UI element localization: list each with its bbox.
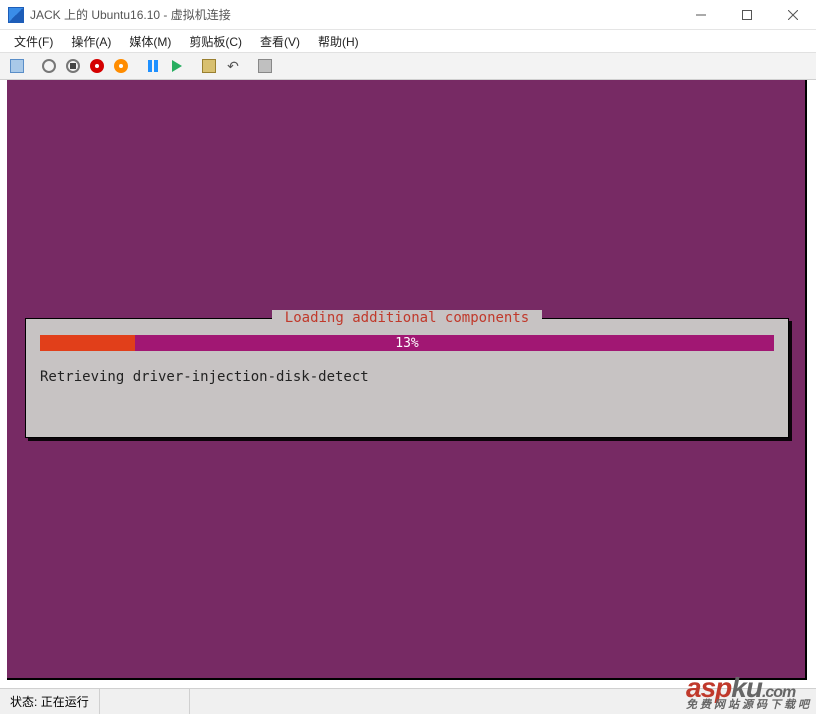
progress-label: 13% (395, 336, 418, 351)
progress-fill (40, 335, 135, 351)
reset-button[interactable] (166, 55, 188, 77)
minimize-icon (696, 10, 706, 20)
dialog-title-line-left (26, 318, 272, 319)
revert-button[interactable]: ↶ (222, 55, 244, 77)
status-cell-empty (100, 689, 190, 714)
ctrlaltdel-button[interactable] (6, 55, 28, 77)
vm-display-area: Loading additional components 13% Retrie… (0, 80, 816, 688)
shutdown-button[interactable] (86, 55, 108, 77)
dialog-title-line-right (542, 318, 788, 319)
stop-icon (66, 59, 80, 73)
menu-file[interactable]: 文件(F) (6, 31, 61, 52)
ctrlaltdel-icon (10, 59, 24, 73)
status-cell: 状态: 正在运行 (0, 689, 100, 714)
maximize-button[interactable] (724, 0, 770, 29)
window-titlebar: JACK 上的 Ubuntu16.10 - 虚拟机连接 (0, 0, 816, 30)
enhanced-session-icon (258, 59, 272, 73)
statusbar: 状态: 正在运行 (0, 688, 816, 714)
close-button[interactable] (770, 0, 816, 29)
vm-screen[interactable]: Loading additional components 13% Retrie… (7, 80, 807, 680)
status-cell-empty (190, 689, 816, 714)
progress-bar: 13% (40, 335, 774, 351)
enhanced-session-button[interactable] (254, 55, 276, 77)
toolbar: ↶ (0, 52, 816, 80)
turnoff-button[interactable] (62, 55, 84, 77)
shutdown-icon (90, 59, 104, 73)
dialog-title-row: Loading additional components (26, 310, 788, 326)
window-title: JACK 上的 Ubuntu16.10 - 虚拟机连接 (30, 6, 678, 23)
revert-icon: ↶ (227, 58, 239, 75)
menu-media[interactable]: 媒体(M) (121, 31, 179, 52)
installer-dialog: Loading additional components 13% Retrie… (25, 318, 789, 438)
start-icon (42, 59, 56, 73)
menubar: 文件(F) 操作(A) 媒体(M) 剪贴板(C) 查看(V) 帮助(H) (0, 30, 816, 52)
save-icon (114, 59, 128, 73)
window-controls (678, 0, 816, 29)
close-icon (788, 10, 798, 20)
checkpoint-button[interactable] (198, 55, 220, 77)
status-value: 正在运行 (41, 693, 89, 710)
save-button[interactable] (110, 55, 132, 77)
dialog-body: 13% Retrieving driver-injection-disk-det… (26, 319, 788, 395)
start-button[interactable] (38, 55, 60, 77)
pause-button[interactable] (142, 55, 164, 77)
play-icon (172, 60, 182, 72)
menu-action[interactable]: 操作(A) (63, 31, 119, 52)
minimize-button[interactable] (678, 0, 724, 29)
menu-help[interactable]: 帮助(H) (310, 31, 367, 52)
dialog-title: Loading additional components (272, 310, 541, 326)
status-label: 状态: (10, 693, 37, 710)
dialog-status-text: Retrieving driver-injection-disk-detect (40, 369, 774, 385)
menu-clipboard[interactable]: 剪贴板(C) (181, 31, 250, 52)
menu-view[interactable]: 查看(V) (252, 31, 308, 52)
checkpoint-icon (202, 59, 216, 73)
app-icon (8, 7, 24, 23)
maximize-icon (742, 10, 752, 20)
pause-icon (148, 60, 158, 72)
